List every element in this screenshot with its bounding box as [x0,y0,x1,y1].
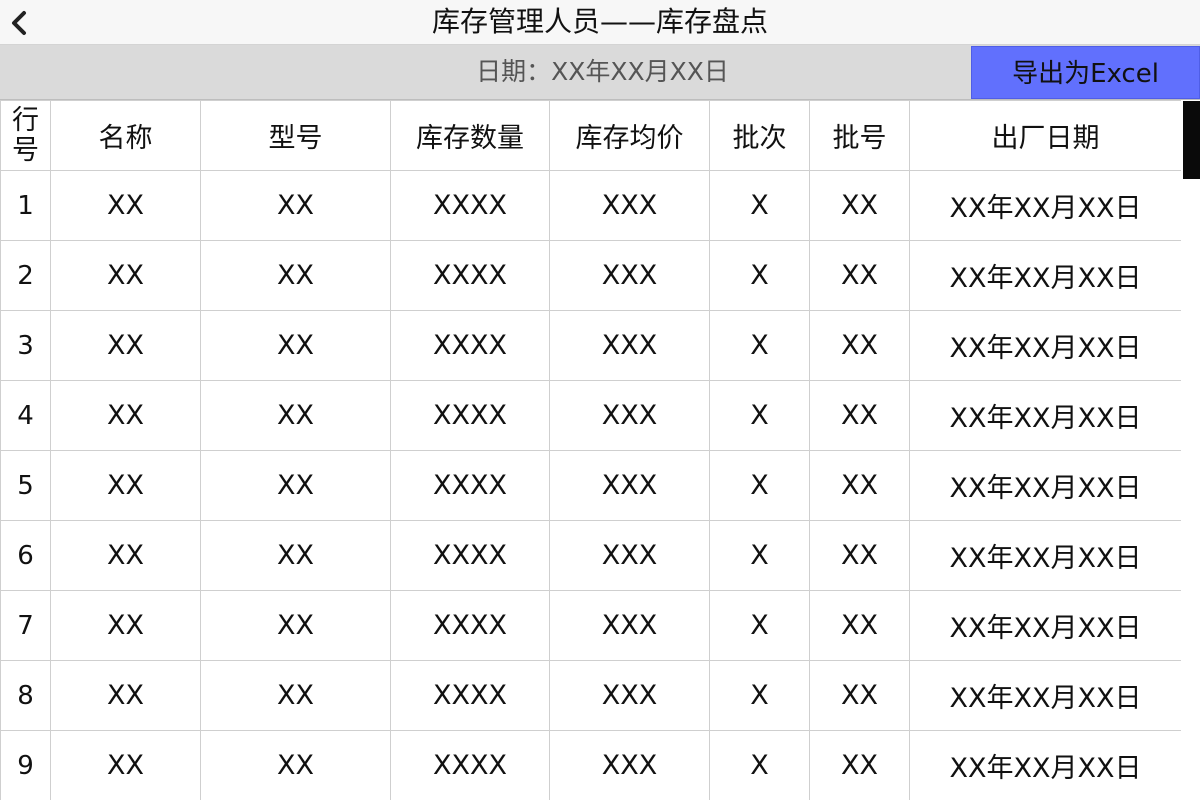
cell-average-price: XXX [549,170,710,241]
cell-model: XX [200,170,391,241]
cell-average-price: XXX [549,450,710,521]
cell-average-price: XXX [549,590,710,661]
inventory-count-screen: 库存管理人员——库存盘点 日期：XX年XX月XX日 导出为Excel 行号 名称… [0,0,1200,800]
cell-batch: X [709,240,810,311]
cell-stock-quantity: XXXX [390,170,550,241]
cell-batch: X [709,660,810,731]
cell-stock-quantity: XXXX [390,730,550,800]
cell-model: XX [200,310,391,381]
cell-name: XX [50,660,201,731]
export-excel-button[interactable]: 导出为Excel [971,46,1200,99]
cell-batch: X [709,310,810,381]
table-row[interactable]: 6 XX XX XXXX XXX X XX XX年XX月XX日 [0,520,1181,591]
cell-batch: X [709,590,810,661]
cell-batch: X [709,170,810,241]
cell-manufacture-date: XX年XX月XX日 [909,450,1181,521]
column-header-stock-quantity: 库存数量 [390,100,550,171]
table-row[interactable]: 8 XX XX XXXX XXX X XX XX年XX月XX日 [0,660,1181,731]
cell-manufacture-date: XX年XX月XX日 [909,170,1181,241]
table-row[interactable]: 3 XX XX XXXX XXX X XX XX年XX月XX日 [0,310,1181,381]
cell-batch: X [709,520,810,591]
table-row[interactable]: 9 XX XX XXXX XXX X XX XX年XX月XX日 [0,730,1181,800]
cell-name: XX [50,590,201,661]
cell-stock-quantity: XXXX [390,660,550,731]
cell-name: XX [50,380,201,451]
cell-batch: X [709,450,810,521]
cell-stock-quantity: XXXX [390,520,550,591]
table-row[interactable]: 4 XX XX XXXX XXX X XX XX年XX月XX日 [0,380,1181,451]
cell-stock-quantity: XXXX [390,380,550,451]
cell-row-number: 7 [0,590,51,661]
cell-model: XX [200,450,391,521]
cell-manufacture-date: XX年XX月XX日 [909,660,1181,731]
scrollbar-track[interactable] [1181,100,1200,800]
table-header-row: 行号 名称 型号 库存数量 库存均价 批次 批号 出厂日期 [0,100,1181,171]
cell-stock-quantity: XXXX [390,310,550,381]
cell-batch: X [709,380,810,451]
cell-name: XX [50,730,201,800]
cell-manufacture-date: XX年XX月XX日 [909,730,1181,800]
cell-model: XX [200,520,391,591]
column-header-manufacture-date: 出厂日期 [909,100,1181,171]
column-header-lot-number: 批号 [809,100,910,171]
cell-average-price: XXX [549,240,710,311]
column-header-name: 名称 [50,100,201,171]
cell-model: XX [200,660,391,731]
cell-row-number: 9 [0,730,51,800]
cell-stock-quantity: XXXX [390,450,550,521]
cell-name: XX [50,520,201,591]
cell-manufacture-date: XX年XX月XX日 [909,310,1181,381]
cell-average-price: XXX [549,660,710,731]
cell-average-price: XXX [549,380,710,451]
table-row[interactable]: 1 XX XX XXXX XXX X XX XX年XX月XX日 [0,170,1181,241]
table-row[interactable]: 5 XX XX XXXX XXX X XX XX年XX月XX日 [0,450,1181,521]
cell-row-number: 5 [0,450,51,521]
cell-manufacture-date: XX年XX月XX日 [909,240,1181,311]
cell-stock-quantity: XXXX [390,240,550,311]
cell-row-number: 4 [0,380,51,451]
table-row[interactable]: 7 XX XX XXXX XXX X XX XX年XX月XX日 [0,590,1181,661]
cell-lot-number: XX [809,170,910,241]
cell-row-number: 6 [0,520,51,591]
cell-lot-number: XX [809,660,910,731]
cell-stock-quantity: XXXX [390,590,550,661]
cell-name: XX [50,170,201,241]
column-header-model: 型号 [200,100,391,171]
cell-model: XX [200,240,391,311]
cell-average-price: XXX [549,310,710,381]
cell-row-number: 8 [0,660,51,731]
cell-lot-number: XX [809,450,910,521]
cell-lot-number: XX [809,310,910,381]
cell-manufacture-date: XX年XX月XX日 [909,520,1181,591]
cell-lot-number: XX [809,730,910,800]
cell-name: XX [50,310,201,381]
cell-average-price: XXX [549,520,710,591]
cell-average-price: XXX [549,730,710,800]
cell-model: XX [200,380,391,451]
cell-row-number: 3 [0,310,51,381]
inventory-table-container[interactable]: 行号 名称 型号 库存数量 库存均价 批次 批号 出厂日期 1 XX XX XXXX X… [0,100,1181,800]
column-header-batch: 批次 [709,100,810,171]
inventory-table: 行号 名称 型号 库存数量 库存均价 批次 批号 出厂日期 1 XX XX XXXX X… [0,100,1181,800]
cell-row-number: 2 [0,240,51,311]
scrollbar-thumb[interactable] [1183,101,1200,179]
cell-model: XX [200,730,391,800]
cell-lot-number: XX [809,380,910,451]
cell-lot-number: XX [809,240,910,311]
cell-manufacture-date: XX年XX月XX日 [909,380,1181,451]
cell-row-number: 1 [0,170,51,241]
title-bar: 库存管理人员——库存盘点 [0,0,1200,45]
cell-model: XX [200,590,391,661]
cell-name: XX [50,240,201,311]
page-title: 库存管理人员——库存盘点 [431,5,768,38]
date-bar: 日期：XX年XX月XX日 导出为Excel [0,45,1200,100]
cell-lot-number: XX [809,590,910,661]
column-header-average-price: 库存均价 [549,100,710,171]
column-header-row-number: 行号 [0,100,51,171]
cell-lot-number: XX [809,520,910,591]
cell-batch: X [709,730,810,800]
table-row[interactable]: 2 XX XX XXXX XXX X XX XX年XX月XX日 [0,240,1181,311]
cell-name: XX [50,450,201,521]
cell-manufacture-date: XX年XX月XX日 [909,590,1181,661]
